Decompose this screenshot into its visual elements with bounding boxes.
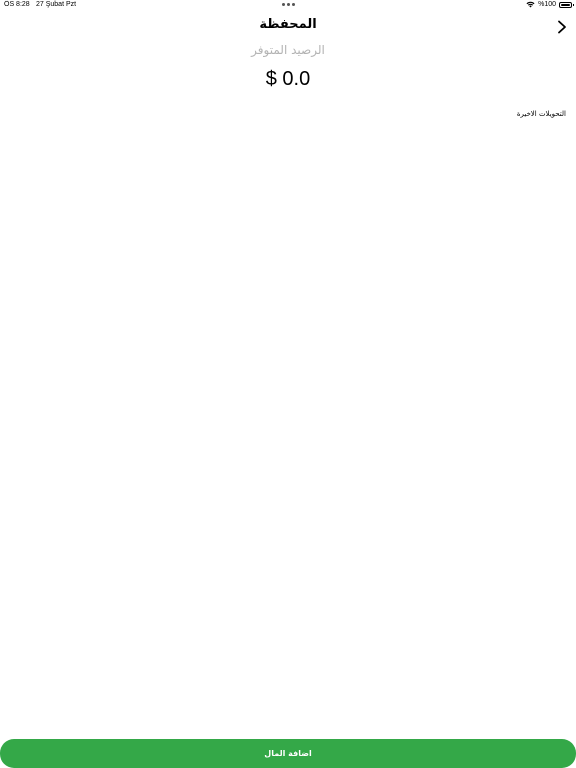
balance-amount: $ 0.0: [265, 68, 311, 90]
battery-icon: [559, 1, 574, 8]
transactions-list[interactable]: [0, 124, 576, 728]
wallet-screen: ÖS 8:28 27 Şubat Pzt %100 المحفظة الرصيد…: [0, 0, 576, 768]
status-bar: ÖS 8:28 27 Şubat Pzt %100: [0, 0, 576, 12]
balance-label: الرصيد المتوفر: [251, 43, 325, 57]
wifi-icon: [526, 1, 535, 8]
multitasking-dots-icon[interactable]: [282, 3, 295, 6]
page-title: المحفظة: [259, 17, 317, 32]
chevron-right-icon[interactable]: [556, 20, 568, 34]
status-indicators: %100: [526, 1, 574, 8]
recent-transactions-header: التحويلات الاخيرة: [516, 110, 566, 118]
status-date: 27 Şubat Pzt: [36, 1, 77, 8]
battery-percent: %100: [538, 1, 556, 8]
status-time: ÖS 8:28: [4, 1, 30, 8]
add-money-button[interactable]: اضافة المال: [0, 739, 576, 768]
